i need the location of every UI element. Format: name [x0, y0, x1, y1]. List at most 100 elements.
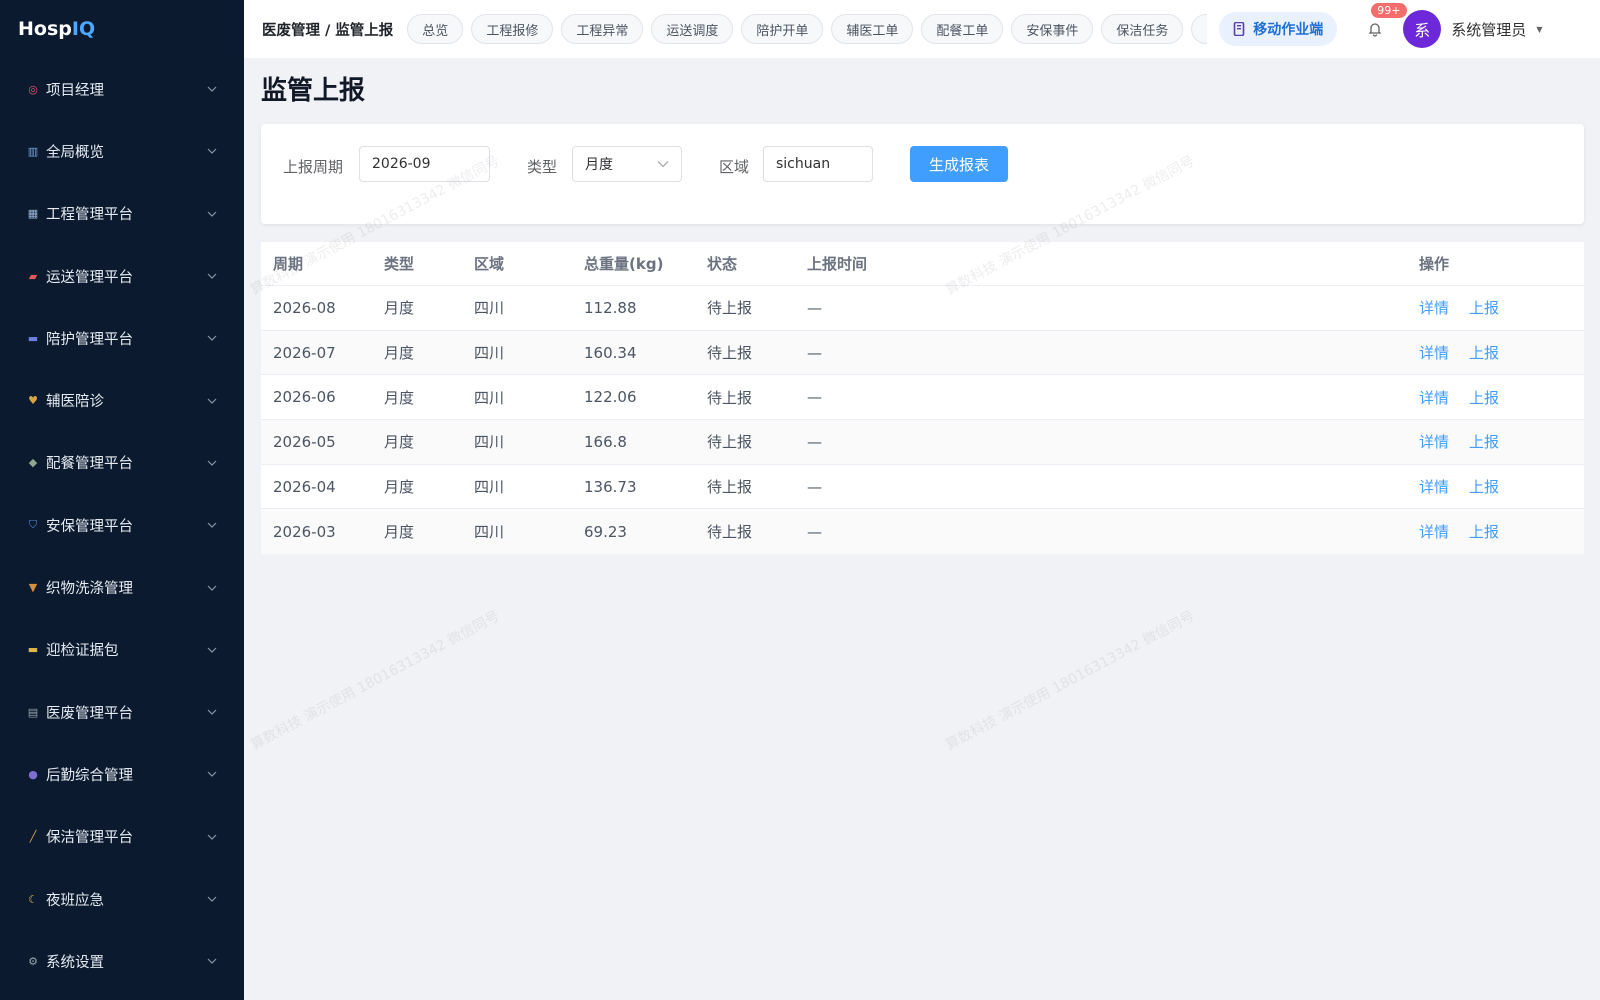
- row-actions: 详情 上报: [1419, 286, 1519, 330]
- sidebar-item-12[interactable]: ╱ 保洁管理平台: [0, 806, 244, 868]
- sidebar-item-label: 保洁管理平台: [46, 830, 133, 847]
- table-cell: 122.06: [584, 388, 637, 407]
- breadcrumb-separator: /: [325, 22, 331, 39]
- table-row: 2026-08 月度 四川 112.88 待上报 — 详情 上报: [261, 286, 1584, 331]
- tab-9[interactable]: 医废: [1191, 14, 1208, 44]
- sidebar-item-2[interactable]: ▦ 工程管理平台: [0, 183, 244, 245]
- table-cell: —: [807, 477, 822, 496]
- heart-hands-icon: ♥: [28, 394, 38, 408]
- tab-2[interactable]: 工程异常: [561, 14, 644, 44]
- chevron-down-icon: [206, 955, 218, 967]
- table-cell: 月度: [384, 388, 415, 407]
- table-cell: 待上报: [707, 433, 753, 452]
- sidebar-item-label: 后勤综合管理: [46, 767, 133, 784]
- tab-6[interactable]: 配餐工单: [921, 14, 1004, 44]
- chevron-down-icon: [206, 208, 218, 220]
- users-icon: ●: [28, 767, 38, 781]
- caret-down-icon[interactable]: ▼: [1536, 25, 1542, 34]
- tab-7[interactable]: 安保事件: [1011, 14, 1094, 44]
- sidebar-item-11[interactable]: ● 后勤综合管理: [0, 743, 244, 805]
- table-cell: 待上报: [707, 478, 753, 497]
- chevron-down-icon: [206, 519, 218, 531]
- detail-link[interactable]: 详情: [1419, 521, 1449, 542]
- table-cell: —: [807, 343, 822, 362]
- mobile-workspace-button[interactable]: 移动作业端: [1219, 12, 1338, 46]
- sidebar-item-5[interactable]: ♥ 辅医陪诊: [0, 369, 244, 431]
- sidebar-item-3[interactable]: ▰ 运送管理平台: [0, 245, 244, 307]
- column-header: 操作: [1419, 255, 1450, 273]
- tab-8[interactable]: 保洁任务: [1101, 14, 1184, 44]
- top-header: 医废管理 / 监管上报 总览 工程报修 工程异常 运送调度 陪护开单 辅医工单 配餐工单 安保事件…: [244, 0, 1600, 58]
- chevron-down-icon: [206, 332, 218, 344]
- tab-0[interactable]: 总览: [407, 14, 464, 44]
- sidebar-item-7[interactable]: ⛉ 安保管理平台: [0, 494, 244, 556]
- report-link[interactable]: 上报: [1469, 342, 1499, 363]
- report-link[interactable]: 上报: [1469, 431, 1499, 452]
- breadcrumb-current: 监管上报: [335, 22, 394, 39]
- table-row: 2026-04 月度 四川 136.73 待上报 — 详情 上报: [261, 465, 1584, 510]
- sidebar-item-13[interactable]: ☾ 夜班应急: [0, 868, 244, 930]
- sidebar-item-6[interactable]: ◆ 配餐管理平台: [0, 432, 244, 494]
- column-header: 区域: [474, 255, 505, 273]
- report-link[interactable]: 上报: [1469, 297, 1499, 318]
- period-label: 上报周期: [283, 158, 344, 176]
- sidebar-item-0[interactable]: ◎ 项目经理: [0, 58, 244, 120]
- table-cell: 四川: [474, 478, 505, 497]
- detail-link[interactable]: 详情: [1419, 387, 1449, 408]
- mobile-workspace-label: 移动作业端: [1253, 22, 1324, 38]
- sidebar-item-14[interactable]: ⚙ 系统设置: [0, 930, 244, 992]
- generate-report-button[interactable]: 生成报表: [910, 146, 1008, 182]
- sidebar-item-9[interactable]: ▬ 迎检证据包: [0, 619, 244, 681]
- tab-1[interactable]: 工程报修: [471, 14, 554, 44]
- sidebar-item-4[interactable]: ▬ 陪护管理平台: [0, 307, 244, 369]
- tab-4[interactable]: 陪护开单: [741, 14, 824, 44]
- column-header: 类型: [384, 255, 415, 273]
- ambulance-icon: ▰: [28, 269, 38, 283]
- table-cell: 166.8: [584, 432, 627, 451]
- detail-link[interactable]: 详情: [1419, 297, 1449, 318]
- detail-link[interactable]: 详情: [1419, 476, 1449, 497]
- table-cell: 四川: [474, 433, 505, 452]
- notification-button[interactable]: 99+: [1357, 3, 1407, 47]
- building-icon: ▦: [27, 207, 39, 221]
- avatar[interactable]: 系: [1403, 10, 1442, 48]
- trash-icon: ▤: [27, 705, 39, 719]
- table-cell: 月度: [384, 523, 415, 542]
- breadcrumb: 医废管理 / 监管上报: [262, 19, 393, 40]
- table-cell: —: [807, 432, 822, 451]
- tab-3[interactable]: 运送调度: [651, 14, 734, 44]
- sidebar-item-10[interactable]: ▤ 医废管理平台: [0, 681, 244, 743]
- table-cell: 待上报: [707, 523, 753, 542]
- bed-icon: ▬: [27, 331, 39, 345]
- table-cell: 2026-06: [273, 388, 336, 407]
- broom-icon: ╱: [29, 830, 37, 844]
- sidebar-item-label: 夜班应急: [46, 892, 104, 909]
- table-cell: 69.23: [584, 522, 627, 541]
- sidebar-item-label: 迎检证据包: [46, 643, 119, 660]
- detail-link[interactable]: 详情: [1419, 342, 1449, 363]
- app-logo[interactable]: Hosp IQ: [0, 0, 244, 58]
- sidebar-item-label: 项目经理: [46, 82, 104, 99]
- target-icon: ◎: [28, 82, 38, 96]
- sidebar-item-1[interactable]: ▥ 全局概览: [0, 120, 244, 182]
- table-cell: 四川: [474, 523, 505, 542]
- type-select[interactable]: 月度: [572, 146, 682, 182]
- table-cell: 待上报: [707, 299, 753, 318]
- column-header: 周期: [273, 255, 304, 273]
- period-input[interactable]: 2026-09: [359, 146, 490, 182]
- table-cell: —: [807, 298, 822, 317]
- tab-5[interactable]: 辅医工单: [831, 14, 914, 44]
- report-link[interactable]: 上报: [1469, 476, 1499, 497]
- report-link[interactable]: 上报: [1469, 521, 1499, 542]
- food-icon: ◆: [28, 456, 38, 470]
- quick-tabs: 总览工程报修工程异常运送调度陪护开单辅医工单配餐工单安保事件保洁任务医废: [407, 14, 1208, 44]
- region-input[interactable]: sichuan: [763, 146, 873, 182]
- table-cell: 160.34: [584, 343, 637, 362]
- breadcrumb-parent[interactable]: 医废管理: [262, 23, 320, 39]
- report-link[interactable]: 上报: [1469, 387, 1499, 408]
- sidebar-item-label: 辅医陪诊: [46, 394, 104, 411]
- detail-link[interactable]: 详情: [1419, 431, 1449, 452]
- username[interactable]: 系统管理员: [1451, 19, 1526, 40]
- sidebar-item-8[interactable]: ▼ 织物洗涤管理: [0, 556, 244, 618]
- folder-icon: ▬: [27, 643, 39, 657]
